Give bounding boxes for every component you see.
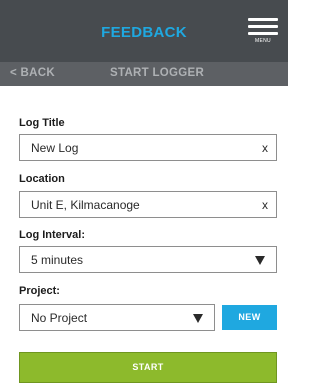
log-title-value: New Log — [31, 141, 79, 155]
dropdown-arrow-icon — [193, 314, 203, 323]
back-button[interactable]: < BACK — [10, 67, 55, 79]
start-button[interactable]: START — [19, 352, 277, 383]
clear-log-title-button[interactable]: x — [262, 141, 268, 155]
hamburger-icon — [248, 18, 278, 21]
log-interval-select[interactable]: 5 minutes — [19, 246, 277, 273]
app-header: FEEDBACK MENU — [0, 0, 288, 62]
sub-navigation: < BACK START LOGGER — [0, 62, 288, 86]
hamburger-icon-bar — [248, 25, 278, 28]
log-interval-label: Log Interval: — [19, 229, 86, 241]
location-value: Unit E, Kilmacanoge — [31, 198, 140, 212]
project-value: No Project — [31, 311, 88, 325]
project-select[interactable]: No Project — [19, 304, 215, 331]
new-project-button[interactable]: NEW — [222, 305, 277, 330]
menu-button[interactable]: MENU — [246, 16, 280, 46]
clear-location-button[interactable]: x — [262, 198, 268, 212]
page-title: START LOGGER — [110, 67, 205, 79]
menu-label: MENU — [255, 38, 271, 44]
hamburger-icon-bar — [248, 32, 278, 35]
brand-title: FEEDBACK — [101, 24, 187, 41]
location-input[interactable]: Unit E, Kilmacanoge x — [19, 191, 277, 218]
log-interval-value: 5 minutes — [31, 253, 84, 267]
dropdown-arrow-icon — [255, 256, 265, 265]
log-title-label: Log Title — [19, 117, 65, 129]
project-label: Project: — [19, 285, 60, 297]
log-title-input[interactable]: New Log x — [19, 134, 277, 161]
location-label: Location — [19, 173, 65, 185]
